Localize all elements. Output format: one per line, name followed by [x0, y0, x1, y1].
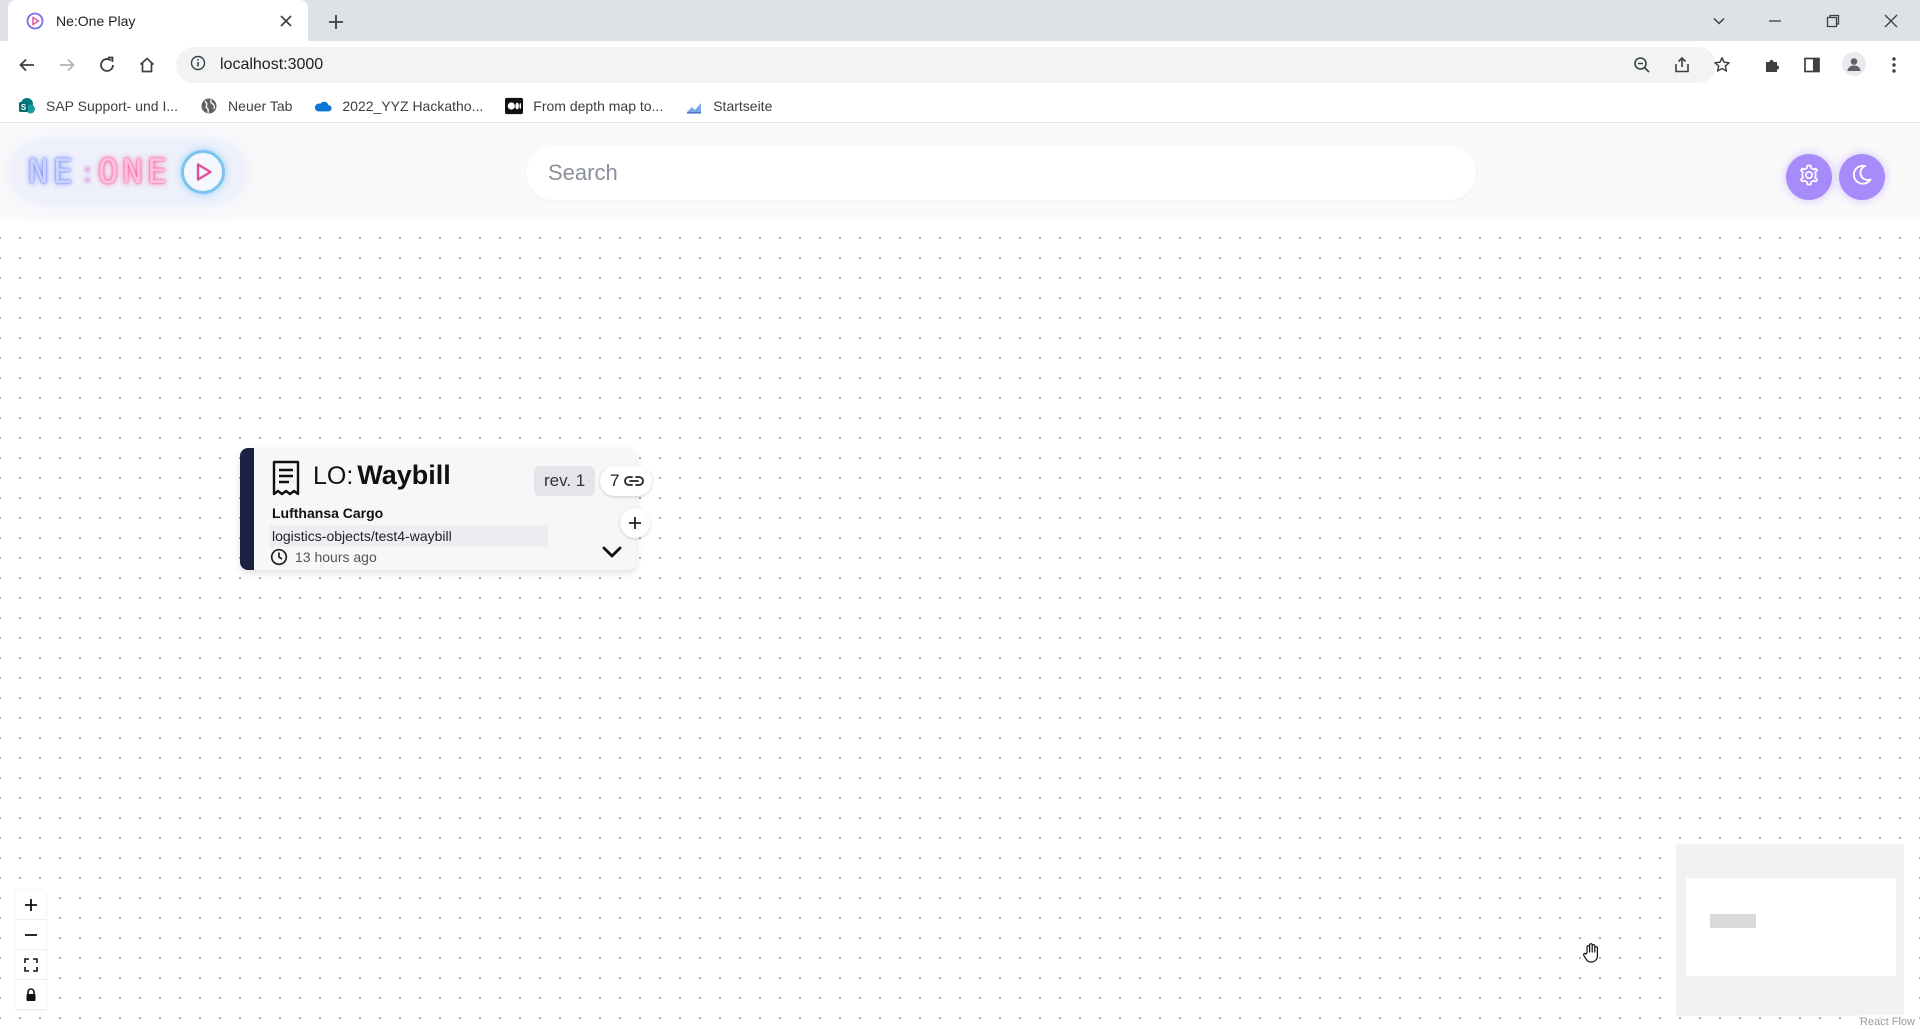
moon-icon	[1850, 163, 1874, 192]
toggle-interactivity-button[interactable]	[16, 980, 46, 1010]
lock-icon	[25, 987, 37, 1002]
logo-ne-text: NE	[28, 152, 77, 192]
globe-icon	[200, 97, 218, 115]
extensions-icon[interactable]	[1762, 55, 1782, 75]
fit-view-icon	[24, 957, 38, 972]
minimize-window-icon[interactable]	[1752, 0, 1798, 41]
link-count: 7	[610, 471, 620, 490]
search-bar[interactable]	[526, 146, 1476, 200]
hand-cursor-icon	[1582, 942, 1602, 964]
home-icon[interactable]	[131, 49, 163, 81]
bookmarks-bar: S SAP Support- und I... Neuer Tab 2022_Y…	[0, 89, 1920, 123]
flow-canvas[interactable]: NE : ONE LO: Waybill	[0, 124, 1920, 1029]
bookmark-star-icon[interactable]	[1712, 55, 1732, 75]
add-connection-button[interactable]	[620, 508, 650, 538]
plus-icon	[628, 516, 642, 530]
logistics-object-node[interactable]: LO: Waybill rev. 1 7 Lufthansa Cargo log…	[240, 448, 653, 570]
share-icon[interactable]	[1672, 55, 1692, 75]
neone-play-logo[interactable]: NE : ONE	[14, 144, 242, 200]
minimap[interactable]	[1676, 844, 1904, 1016]
bookmark-label: Neuer Tab	[228, 97, 293, 114]
bookmark-label: SAP Support- und I...	[46, 97, 179, 114]
expand-node-button[interactable]	[600, 542, 624, 562]
node-organization: Lufthansa Cargo	[272, 505, 384, 521]
reload-icon[interactable]	[91, 49, 123, 81]
zoom-in-button[interactable]	[16, 890, 46, 920]
minus-icon	[24, 928, 38, 942]
bookmark-label: Startseite	[713, 97, 773, 114]
side-panel-icon[interactable]	[1802, 55, 1822, 75]
zoom-out-button[interactable]	[16, 920, 46, 950]
forward-icon[interactable]	[51, 49, 83, 81]
neone-favicon-icon	[26, 12, 44, 30]
node-name: Waybill	[357, 460, 451, 490]
revision-badge: rev. 1	[534, 466, 596, 496]
profile-avatar-icon[interactable]	[1842, 52, 1866, 76]
node-path: logistics-objects/test4-waybill	[270, 525, 548, 547]
receipt-document-icon	[270, 460, 302, 496]
node-title: LO: Waybill	[313, 460, 451, 491]
back-icon[interactable]	[11, 49, 43, 81]
links-button[interactable]: 7	[600, 466, 653, 496]
sharepoint-icon: S	[18, 97, 36, 115]
flow-controls	[16, 890, 46, 1010]
bookmark-item[interactable]: S SAP Support- und I...	[18, 97, 178, 115]
fit-view-button[interactable]	[16, 950, 46, 980]
tab-close-icon[interactable]	[276, 11, 296, 31]
bookmark-item[interactable]: Neuer Tab	[200, 97, 292, 115]
node-type-prefix: LO:	[313, 462, 354, 490]
bookmark-label: 2022_YYZ Hackatho...	[342, 97, 484, 114]
react-flow-attribution[interactable]: React Flow	[1856, 1015, 1918, 1029]
zoom-icon[interactable]	[1632, 55, 1652, 75]
logo-one-text: ONE	[97, 152, 172, 192]
node-time-text: 13 hours ago	[295, 549, 377, 565]
app-header: NE : ONE	[0, 124, 1920, 220]
node-timestamp: 13 hours ago	[270, 548, 377, 566]
close-window-icon[interactable]	[1868, 0, 1914, 41]
dark-mode-toggle[interactable]	[1839, 154, 1885, 200]
address-bar[interactable]: localhost:3000	[176, 47, 1716, 83]
url-text: localhost:3000	[220, 56, 324, 73]
tab-title: Ne:One Play	[56, 12, 136, 29]
new-tab-button[interactable]	[322, 8, 350, 36]
svg-text:S: S	[21, 103, 27, 112]
browser-menu-icon[interactable]	[1884, 55, 1904, 75]
onedrive-cloud-icon	[314, 97, 332, 115]
gear-icon	[1797, 163, 1821, 192]
clock-icon	[270, 548, 288, 566]
node-type-stripe	[240, 448, 254, 570]
chevron-down-icon	[602, 546, 622, 558]
bookmark-item[interactable]: 2022_YYZ Hackatho...	[314, 97, 483, 115]
minimap-node	[1710, 914, 1756, 928]
logo-colon-text: :	[78, 155, 96, 189]
link-icon	[624, 475, 645, 487]
restore-window-icon[interactable]	[1810, 0, 1856, 41]
browser-toolbar: localhost:3000	[0, 41, 1920, 89]
search-input[interactable]	[548, 160, 1476, 186]
medium-icon	[505, 97, 524, 115]
browser-tab[interactable]: Ne:One Play	[8, 0, 308, 41]
bookmark-item[interactable]: From depth map to...	[505, 97, 663, 115]
tab-search-icon[interactable]	[1696, 0, 1742, 41]
play-icon	[181, 150, 226, 194]
bookmark-item[interactable]: Startseite	[685, 97, 772, 115]
startseite-icon	[685, 97, 703, 115]
settings-button[interactable]	[1786, 154, 1832, 200]
site-info-icon[interactable]	[190, 55, 206, 76]
browser-tabstrip: Ne:One Play	[0, 0, 1920, 41]
bookmark-label: From depth map to...	[533, 97, 664, 114]
plus-icon	[24, 898, 38, 912]
